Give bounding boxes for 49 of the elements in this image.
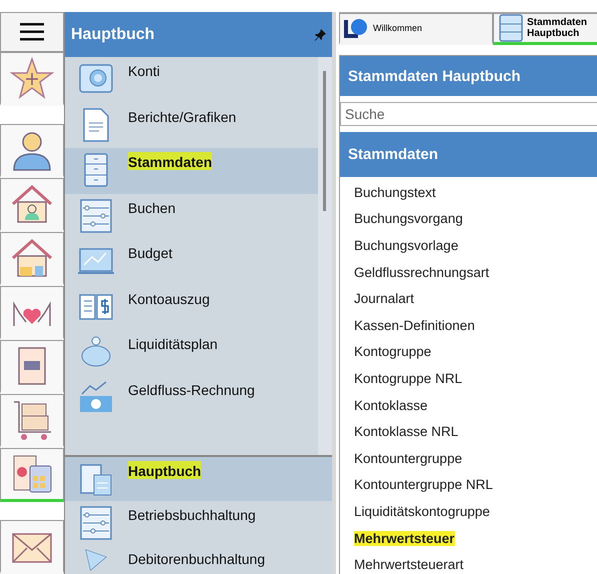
logo-icon [344,18,370,38]
pin-icon[interactable] [314,28,326,40]
rail-button[interactable] [0,394,64,448]
rail-button[interactable] [0,124,64,178]
menu-item[interactable]: Buchen [65,194,318,239]
list-item[interactable]: Buchungstext [354,179,597,206]
list-item[interactable]: Mehrwertsteuerart [354,551,597,574]
list-item[interactable]: Buchungsvorlage [354,232,597,259]
menu-title: Hauptbuch [71,26,155,44]
rail-button[interactable] [0,448,64,502]
menu-icon [20,23,44,41]
section-header: Stammdaten [340,132,597,177]
rail-button[interactable] [0,286,64,340]
list-item[interactable]: Kontoklasse NRL [354,418,597,445]
rail-button[interactable] [0,520,64,574]
search-field[interactable]: Suche [340,102,597,126]
module-item[interactable]: Betriebsbuchhaltung [65,501,332,545]
star-icon [10,56,54,100]
list-item[interactable]: Mehrwertsteuer [354,524,597,552]
list-item[interactable]: Kontountergruppe NRL [354,472,597,498]
menu-item[interactable]: Geldfluss-Rechnung [65,376,318,421]
rail-button[interactable] [0,340,64,394]
house-icon [10,236,54,280]
scrollbar-thumb[interactable] [323,71,326,211]
list-item[interactable]: Kontoklasse [354,392,597,418]
menu-item[interactable]: Kontoauszug [65,284,318,330]
list-item[interactable]: Liquiditätskontogruppe [354,498,597,525]
list-item[interactable]: Kontountergruppe [354,444,597,472]
menu-item[interactable]: Berichte/Grafiken [65,102,318,148]
rail-button[interactable] [0,178,64,232]
menu-item[interactable]: Budget [65,239,318,284]
house-icon [10,182,54,226]
rail-button[interactable] [0,232,64,286]
list-item[interactable]: Geldflussrechnungsart [354,258,597,286]
menu-button[interactable] [0,12,64,52]
list-item[interactable]: Kontogruppe NRL [354,365,597,392]
menu-item[interactable]: Stammdaten [65,148,318,194]
list-item[interactable]: Journalart [354,285,597,312]
menu-item[interactable]: Konti [65,57,318,102]
cabinet-icon [498,14,524,42]
menu-item[interactable]: Liquiditätsplan [65,330,318,376]
tab[interactable]: Willkommen [339,13,493,45]
panel-title: Stammdaten Hauptbuch [340,56,597,96]
tab[interactable]: Stammdaten Hauptbuch [493,13,597,45]
list-item[interactable]: Buchungsvorgang [354,206,597,232]
list-item[interactable]: Kontogruppe [354,338,597,366]
list-item[interactable]: Kassen-Definitionen [354,312,597,339]
module-item[interactable]: Hauptbuch [65,457,332,501]
module-item[interactable]: Debitorenbuchhaltung [65,545,332,573]
